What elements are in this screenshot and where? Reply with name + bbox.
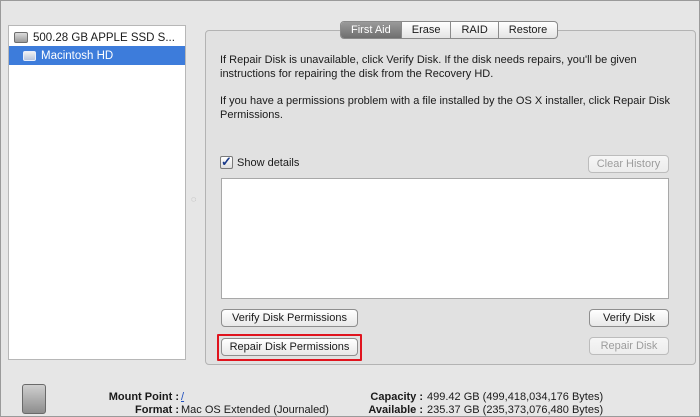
description-paragraph-1: If Repair Disk is unavailable, click Ver… — [220, 54, 637, 80]
bottom-drive-icon — [22, 384, 46, 414]
volume-icon — [23, 50, 36, 61]
show-details-checkbox[interactable]: ✓ — [220, 154, 233, 169]
mount-point-value[interactable]: / — [181, 391, 184, 403]
sidebar-item-volume[interactable]: Macintosh HD — [9, 46, 185, 65]
checkmark-icon: ✓ — [221, 154, 232, 169]
sidebar-item-volume-label: Macintosh HD — [41, 49, 114, 62]
verify-disk-button[interactable]: Verify Disk — [589, 309, 669, 327]
available-label: Available : — [368, 404, 423, 416]
tab-raid[interactable]: RAID — [451, 22, 499, 38]
sidebar-item-disk[interactable]: 500.28 GB APPLE SSD S... — [9, 28, 185, 47]
splitter-handle-icon[interactable]: ◌ — [191, 194, 196, 204]
show-details-toggle[interactable]: ✓ Show details — [220, 154, 300, 169]
available-value: 235.37 GB (235,373,076,480 Bytes) — [427, 404, 604, 416]
first-aid-description: If Repair Disk is unavailable, click Ver… — [220, 53, 680, 135]
details-log-area[interactable] — [221, 178, 669, 299]
clear-history-button[interactable]: Clear History — [588, 155, 669, 173]
tab-restore[interactable]: Restore — [499, 22, 558, 38]
disk-utility-window: 500.28 GB APPLE SSD S... Macintosh HD ◌ … — [0, 0, 700, 417]
repair-disk-button[interactable]: Repair Disk — [589, 337, 669, 355]
format-value: Mac OS Extended (Journaled) — [181, 404, 329, 416]
capacity-value: 499.42 GB (499,418,034,176 Bytes) — [427, 391, 604, 403]
tab-erase[interactable]: Erase — [402, 22, 452, 38]
tab-bar: First Aid Erase RAID Restore — [340, 21, 559, 39]
repair-disk-permissions-button[interactable]: Repair Disk Permissions — [221, 338, 358, 356]
sidebar-disk-list[interactable]: 500.28 GB APPLE SSD S... Macintosh HD — [8, 25, 186, 360]
tab-first-aid[interactable]: First Aid — [341, 22, 402, 38]
capacity-label: Capacity : — [370, 391, 423, 403]
description-paragraph-2: If you have a permissions problem with a… — [220, 95, 670, 121]
sidebar-item-disk-label: 500.28 GB APPLE SSD S... — [33, 31, 175, 44]
mount-point-label: Mount Point : — [108, 391, 179, 403]
drive-icon — [14, 32, 28, 43]
format-label: Format : — [135, 404, 179, 416]
verify-disk-permissions-button[interactable]: Verify Disk Permissions — [221, 309, 358, 327]
show-details-label: Show details — [237, 156, 300, 169]
